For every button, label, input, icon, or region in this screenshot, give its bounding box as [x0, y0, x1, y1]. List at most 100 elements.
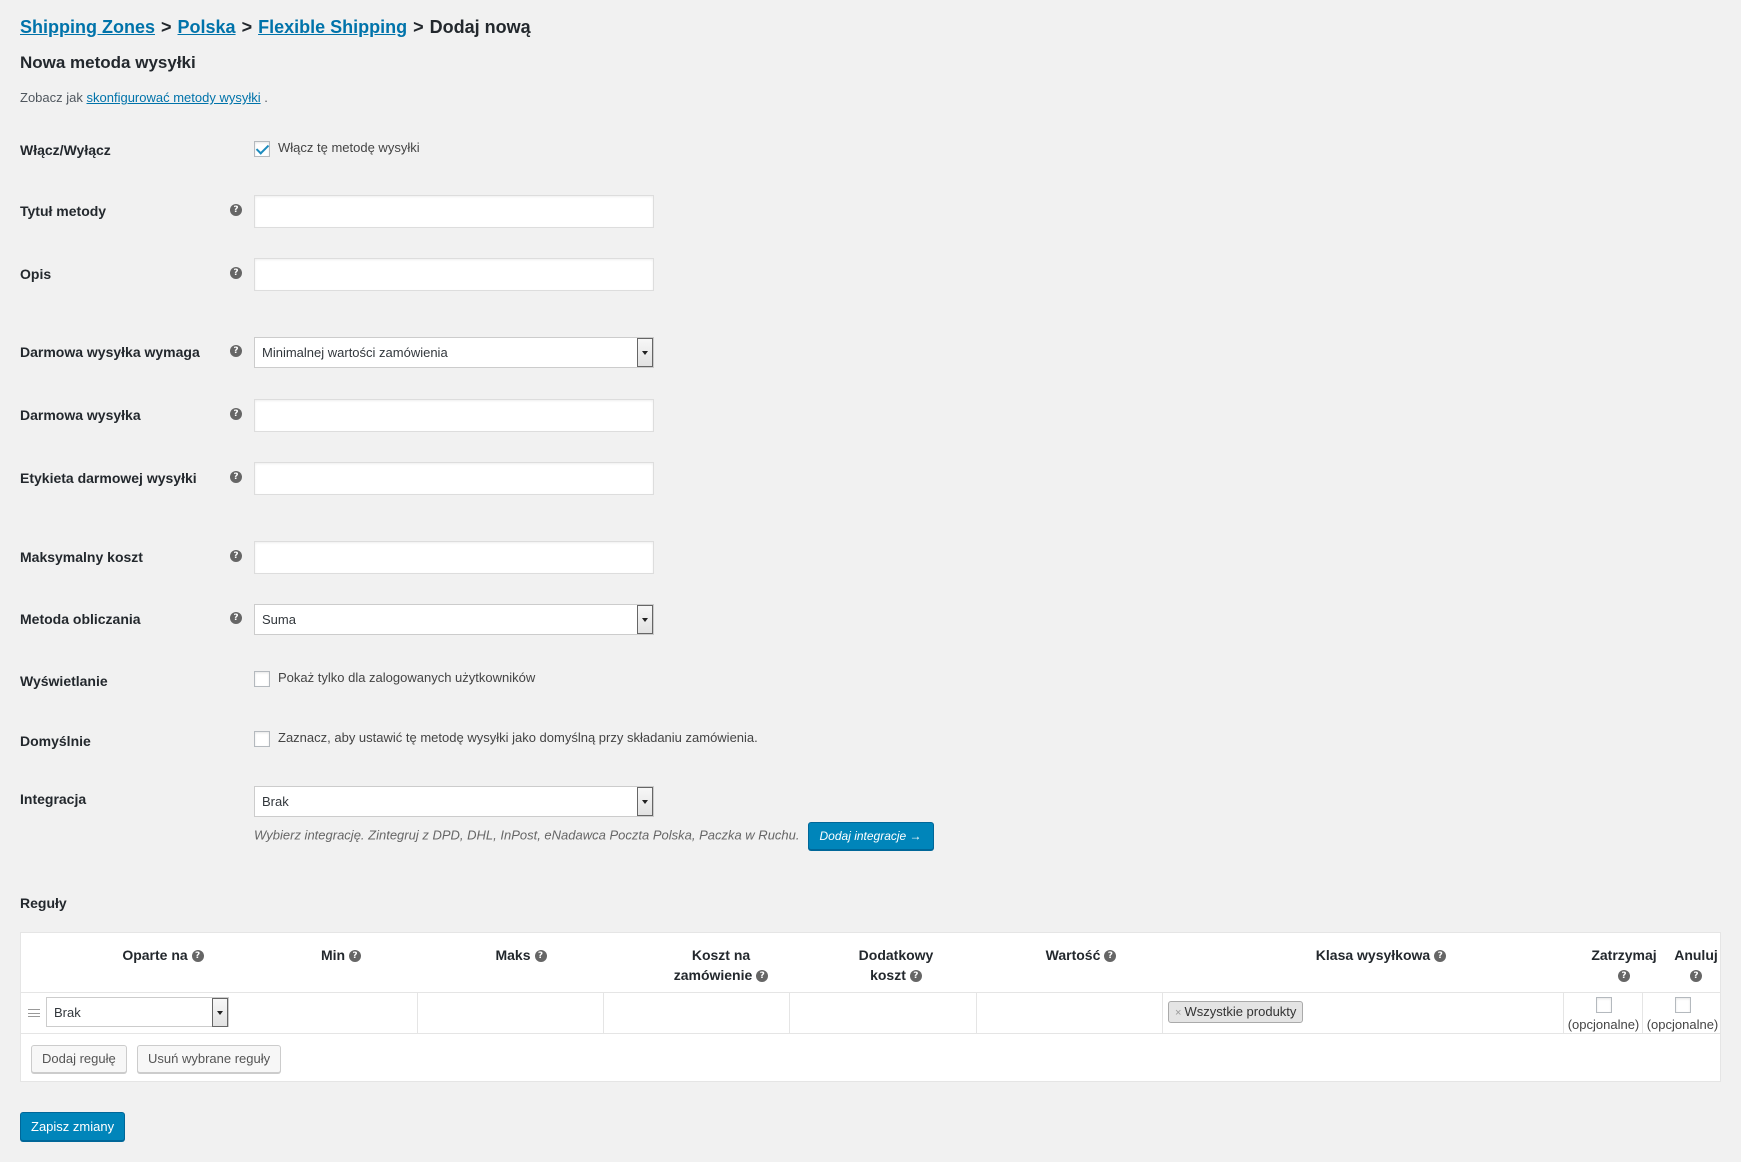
- free-shipping-label: Darmowa wysyłka: [20, 407, 141, 423]
- header-stop-label: Zatrzymaj: [1591, 947, 1657, 963]
- breadcrumb-separator: >: [413, 17, 424, 37]
- breadcrumb-current: Dodaj nową: [429, 17, 531, 37]
- calc-method-select[interactable]: Suma: [254, 604, 654, 635]
- stop-checkbox[interactable]: [1595, 997, 1612, 1013]
- free-shipping-requires-select[interactable]: Minimalnej wartości zamówienia: [254, 337, 654, 368]
- breadcrumb-link-polska[interactable]: Polska: [178, 17, 236, 37]
- integration-select[interactable]: Brak: [254, 786, 654, 817]
- header-cost-per-order-line1: Koszt na: [691, 947, 751, 963]
- header-extra-cost: Dodatkowy koszt?: [836, 945, 956, 985]
- header-cost-per-order-line2: zamówienie: [673, 967, 753, 983]
- help-icon[interactable]: ?: [230, 267, 242, 279]
- header-min-label: Min: [320, 947, 346, 963]
- close-icon[interactable]: ×: [1175, 1007, 1181, 1019]
- help-icon[interactable]: ?: [230, 408, 242, 420]
- chevron-down-icon: [637, 605, 653, 634]
- header-cancel: Anuluj?: [1666, 945, 1726, 985]
- divider: [1642, 993, 1643, 1033]
- row-calc-method: Metoda obliczania ? Suma: [20, 604, 1020, 635]
- rule-based-on-select[interactable]: Brak: [46, 997, 229, 1027]
- header-min: Min?: [301, 945, 381, 965]
- help-icon[interactable]: ?: [1690, 970, 1702, 983]
- help-icon[interactable]: ?: [909, 970, 922, 983]
- help-icon[interactable]: ?: [230, 345, 242, 357]
- free-shipping-label-input[interactable]: [254, 462, 654, 495]
- integration-label: Integracja: [20, 791, 87, 807]
- header-cost-per-order: Koszt na zamówienie?: [651, 945, 791, 985]
- default-field: Zaznacz, aby ustawić tę metodę wysyłki j…: [254, 730, 758, 747]
- breadcrumb-separator: >: [241, 17, 253, 37]
- breadcrumb-link-flexible-shipping[interactable]: Flexible Shipping: [258, 17, 407, 37]
- display-label: Wyświetlanie: [20, 673, 108, 689]
- default-checkbox-label: Zaznacz, aby ustawić tę metodę wysyłki j…: [278, 730, 758, 745]
- rule-based-on-value: Brak: [54, 1005, 81, 1020]
- enable-checkbox[interactable]: [254, 140, 270, 157]
- enable-field: Włącz tę metodę wysyłki: [254, 140, 420, 157]
- help-icon[interactable]: ?: [230, 204, 242, 216]
- cancel-cell: (opcjonalne): [1644, 997, 1721, 1032]
- add-integration-button[interactable]: Dodaj integracje →: [807, 822, 934, 850]
- help-icon[interactable]: ?: [1434, 950, 1447, 963]
- calc-method-label: Metoda obliczania: [20, 611, 141, 627]
- divider: [1563, 993, 1564, 1033]
- free-shipping-requires-label: Darmowa wysyłka wymaga: [20, 344, 200, 360]
- shipping-class-tag[interactable]: × Wszystkie produkty: [1168, 1001, 1304, 1023]
- help-icon[interactable]: ?: [230, 471, 242, 483]
- divider: [417, 993, 418, 1033]
- help-icon[interactable]: ?: [534, 950, 547, 963]
- help-icon[interactable]: ?: [230, 550, 242, 562]
- title-input[interactable]: [254, 195, 654, 228]
- display-field: Pokaż tylko dla zalogowanych użytkownikó…: [254, 670, 535, 687]
- header-shipping-class: Klasa wysyłkowa?: [1301, 945, 1461, 965]
- stop-cell: (opcjonalne): [1565, 997, 1642, 1032]
- breadcrumb-link-shipping-zones[interactable]: Shipping Zones: [20, 17, 155, 37]
- row-free-shipping-requires: Darmowa wysyłka wymaga ? Minimalnej wart…: [20, 337, 1020, 368]
- max-cost-input[interactable]: [254, 541, 654, 574]
- rule-extra-cost-input[interactable]: [791, 994, 974, 1032]
- default-checkbox[interactable]: [254, 730, 270, 747]
- description-label: Opis: [20, 266, 52, 282]
- remove-rules-button[interactable]: Usuń wybrane reguły: [137, 1045, 282, 1073]
- settings-page: Shipping Zones > Polska > Flexible Shipping >…: [20, 0, 1721, 1162]
- header-cancel-label: Anuluj: [1674, 947, 1718, 963]
- description-input[interactable]: [254, 258, 654, 291]
- rule-value-input[interactable]: [978, 994, 1161, 1032]
- configure-methods-link[interactable]: skonfigurować metody wysyłki: [87, 90, 261, 105]
- header-value-label: Wartość: [1045, 947, 1101, 963]
- cancel-checkbox[interactable]: [1674, 997, 1691, 1013]
- intro-suffix: .: [264, 90, 268, 105]
- help-icon[interactable]: ?: [349, 950, 362, 963]
- help-icon[interactable]: ?: [756, 970, 769, 983]
- chevron-down-icon: [637, 787, 653, 816]
- page-title: Nowa metoda wysyłki: [20, 53, 196, 72]
- free-shipping-requires-value: Minimalnej wartości zamówienia: [262, 345, 448, 360]
- integration-value: Brak: [262, 794, 289, 809]
- help-icon[interactable]: ?: [1104, 950, 1117, 963]
- rule-min-input[interactable]: [233, 994, 416, 1032]
- free-shipping-input[interactable]: [254, 399, 654, 432]
- divider: [21, 1033, 1720, 1034]
- calc-method-value: Suma: [262, 612, 296, 627]
- save-button[interactable]: Zapisz zmiany: [20, 1112, 126, 1141]
- row-integration: Integracja Brak Wybierz integrację. Zint…: [20, 786, 1020, 850]
- drag-handle-icon[interactable]: [28, 1009, 40, 1017]
- cancel-optional-label: (opcjonalne): [1646, 1017, 1719, 1032]
- display-checkbox[interactable]: [254, 670, 270, 687]
- integration-description: Wybierz integrację. Zintegruj z DPD, DHL…: [254, 827, 800, 843]
- default-label: Domyślnie: [20, 733, 91, 749]
- intro-prefix: Zobacz jak: [20, 90, 83, 105]
- max-cost-label: Maksymalny koszt: [20, 549, 143, 565]
- intro-text: Zobacz jak skonfigurować metody wysyłki …: [20, 90, 268, 105]
- rule-cost-per-order-input[interactable]: [605, 994, 788, 1032]
- enable-label: Włącz/Wyłącz: [20, 142, 111, 158]
- stop-optional-label: (opcjonalne): [1567, 1017, 1640, 1032]
- add-rule-button[interactable]: Dodaj regułę: [31, 1045, 127, 1073]
- help-icon[interactable]: ?: [230, 612, 242, 624]
- help-icon[interactable]: ?: [191, 950, 204, 963]
- divider: [976, 993, 977, 1033]
- breadcrumb-separator: >: [161, 17, 172, 37]
- rules-table: Oparte na? Min? Maks? Koszt na zamówienie…: [20, 932, 1721, 1082]
- help-icon[interactable]: ?: [1618, 970, 1630, 983]
- divider: [789, 993, 790, 1033]
- rule-max-input[interactable]: [419, 994, 602, 1032]
